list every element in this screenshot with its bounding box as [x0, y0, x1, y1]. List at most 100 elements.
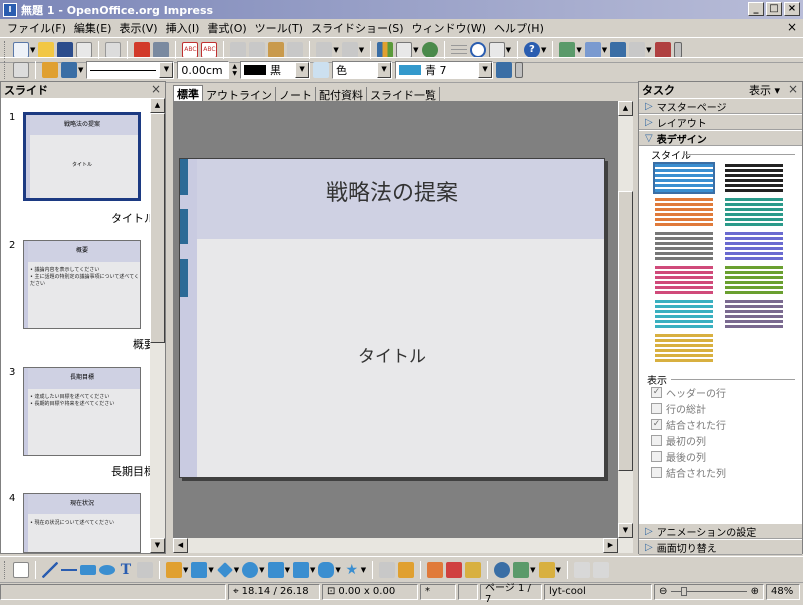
open-folder-icon[interactable] [38, 42, 55, 58]
table-style-10[interactable] [725, 300, 783, 328]
flowchart-icon[interactable] [292, 561, 309, 578]
tab-handout[interactable]: 配付資料 [316, 87, 367, 102]
tab-outline[interactable]: アウトライン [203, 87, 276, 102]
section-custom-animation[interactable]: ▷ アニメーションの設定 [639, 523, 802, 539]
zoom-icon[interactable] [488, 42, 505, 58]
curve-tool-icon[interactable] [166, 561, 182, 578]
chart-icon[interactable] [377, 42, 394, 58]
arrange-icon[interactable] [538, 561, 555, 578]
glue-points-icon[interactable] [398, 561, 415, 578]
rectangle-tool-icon[interactable] [80, 564, 96, 575]
option-banded-rows[interactable]: ✓ 結合された行 [651, 416, 726, 432]
menu-edit[interactable]: 編集(E) [71, 20, 117, 36]
slide-layout-icon[interactable] [559, 42, 576, 58]
arrow-tool-icon[interactable] [61, 561, 77, 578]
scroll-down-button[interactable]: ▼ [618, 523, 633, 538]
option-header-row[interactable]: ✓ ヘッダーの行 [651, 384, 726, 400]
table-style-8[interactable] [725, 266, 783, 294]
toolbar-overflow-icon-3[interactable] [592, 561, 609, 578]
extrusion-icon[interactable] [573, 561, 590, 578]
slide-title[interactable]: 戦略法の提案 [180, 175, 604, 207]
line-style-select[interactable]: ▼ [86, 61, 175, 79]
table-style-11[interactable] [655, 334, 713, 362]
scroll-up-button[interactable]: ▲ [150, 98, 165, 113]
alignment-icon[interactable] [513, 561, 530, 578]
zoom-out-icon[interactable]: ⊖ [659, 586, 667, 597]
slide-subtitle[interactable]: タイトル [180, 342, 604, 367]
close-icon[interactable]: × [151, 82, 161, 96]
copy-icon[interactable] [249, 42, 266, 58]
close-document-icon[interactable]: × [787, 20, 797, 34]
slide-thumbnail[interactable]: 戦略法の提案 タイトル [23, 112, 141, 201]
task-pane-view-menu[interactable]: 表示 ▾ [749, 82, 780, 98]
fontwork-icon[interactable] [421, 42, 438, 58]
menu-insert[interactable]: 挿入(I) [163, 20, 205, 36]
option-total-row[interactable]: 行の総計 [651, 400, 726, 416]
close-window-button[interactable]: × [784, 2, 800, 16]
text-tool-icon[interactable]: T [118, 562, 134, 578]
cut-icon[interactable] [230, 42, 247, 58]
close-icon[interactable]: × [788, 82, 798, 96]
table-style-4[interactable] [725, 198, 783, 226]
zoom-slider[interactable]: ⊖ ⊕ [654, 583, 764, 600]
toolbar-overflow-icon-2[interactable] [515, 62, 524, 78]
section-table-design[interactable]: ▽ 表デザイン [639, 130, 802, 146]
new-document-icon[interactable] [13, 42, 29, 58]
table-icon[interactable] [396, 42, 413, 58]
table-style-1[interactable] [653, 162, 715, 194]
table-style-6[interactable] [725, 232, 783, 260]
status-zoom[interactable]: 48% [766, 583, 800, 600]
scroll-down-button[interactable]: ▼ [150, 538, 165, 553]
tab-normal[interactable]: 標準 [173, 85, 203, 102]
line-icon[interactable] [42, 62, 58, 78]
export-pdf-icon[interactable] [134, 42, 151, 58]
slideshow-icon[interactable] [629, 42, 646, 58]
edit-vertical-scrollbar[interactable]: ▲ ▼ [618, 101, 633, 538]
edit-horizontal-scrollbar[interactable]: ◀ ▶ [173, 538, 633, 553]
area-fill-icon[interactable] [313, 62, 330, 78]
presentation-icon[interactable] [654, 42, 671, 58]
section-layouts[interactable]: ▷ レイアウト [639, 114, 802, 130]
menu-slideshow[interactable]: スライドショー(S) [308, 20, 409, 36]
maximize-button[interactable]: □ [766, 2, 782, 16]
ellipse-tool-icon[interactable] [99, 564, 115, 575]
help-icon[interactable]: ? [523, 42, 540, 58]
save-icon[interactable] [57, 42, 74, 58]
scroll-up-button[interactable]: ▲ [618, 101, 633, 116]
styles-icon[interactable] [13, 62, 29, 78]
section-slide-transition[interactable]: ▷ 画面切り替え [639, 539, 802, 555]
new-slide-icon[interactable] [610, 42, 627, 58]
section-master-pages[interactable]: ▷ マスターページ [639, 98, 802, 114]
line-width-field[interactable]: 0.00cm [177, 61, 230, 79]
clone-format-icon[interactable] [287, 42, 304, 58]
email-icon[interactable] [76, 42, 93, 58]
menu-tools[interactable]: ツール(T) [252, 20, 308, 36]
scroll-left-button[interactable]: ◀ [173, 538, 188, 553]
connector-tool-icon[interactable] [137, 561, 153, 578]
symbol-shapes-icon[interactable] [242, 561, 259, 578]
spellcheck-icon[interactable]: ABC [182, 42, 199, 58]
line-width-spinner[interactable]: ▲ ▼ [232, 63, 237, 77]
option-banded-columns[interactable]: 結合された列 [651, 464, 726, 480]
option-last-column[interactable]: 最後の列 [651, 448, 726, 464]
select-arrow-icon[interactable] [13, 561, 29, 578]
edit-file-icon[interactable] [105, 42, 122, 58]
slide-thumbnail[interactable]: 長期目標 • 達成したい目標を述べてください • 長期的目標や将来を述べてください [23, 367, 141, 456]
scrollbar-thumb[interactable] [150, 113, 165, 343]
basic-shapes-icon[interactable] [216, 561, 233, 578]
rotate-icon[interactable] [494, 561, 511, 578]
tab-slide-sorter[interactable]: スライド一覧 [367, 87, 440, 102]
menu-window[interactable]: ウィンドウ(W) [409, 20, 491, 36]
table-style-9[interactable] [655, 300, 713, 328]
menu-view[interactable]: 表示(V) [116, 20, 162, 36]
tab-notes[interactable]: ノート [276, 87, 316, 102]
from-file-icon[interactable] [446, 561, 463, 578]
autospellcheck-icon[interactable]: ABC [201, 42, 218, 58]
table-style-5[interactable] [655, 232, 713, 260]
scroll-right-button[interactable]: ▶ [603, 538, 618, 553]
menu-help[interactable]: ヘルプ(H) [491, 20, 549, 36]
callouts-icon[interactable] [318, 561, 335, 578]
print-icon[interactable] [153, 42, 170, 58]
undo-icon[interactable] [316, 42, 333, 58]
shadow-icon[interactable] [496, 62, 513, 78]
